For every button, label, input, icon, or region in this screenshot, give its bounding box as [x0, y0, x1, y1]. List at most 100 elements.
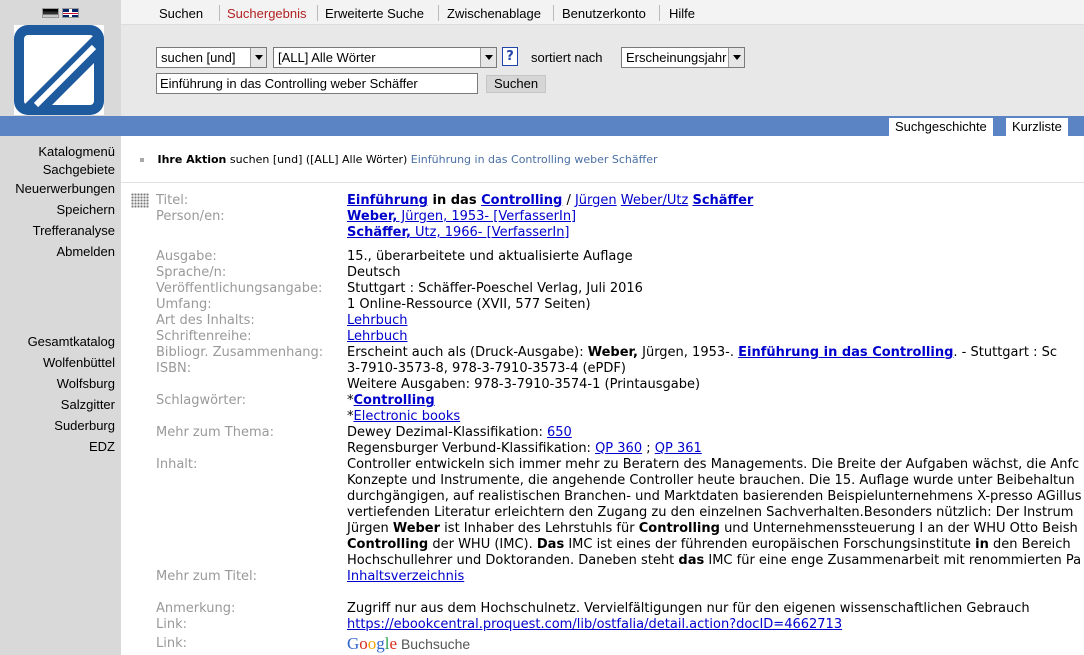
language-switcher	[42, 8, 79, 18]
row-anmerkung: Anmerkung: Zugriff nur aus dem Hochschul…	[156, 601, 1084, 617]
nav-suderburg[interactable]: Suderburg	[0, 415, 121, 436]
sort-select[interactable]: Erscheinungsjahr	[621, 47, 745, 68]
row-person-2: Schäffer, Utz, 1966- [VerfasserIn]	[156, 225, 1084, 241]
sort-label: sortiert nach	[531, 50, 603, 65]
google-letter: g	[376, 634, 385, 653]
inhalt-line: Jürgen Weber ist Inhaber des Lehrstuhls …	[347, 521, 1078, 537]
person-name: Weber,	[347, 209, 398, 224]
tab-kurzliste[interactable]: Kurzliste	[1006, 118, 1068, 136]
subject-link-controlling[interactable]: Controlling	[354, 393, 435, 408]
row-link-2: Link: Google Buchsuche	[156, 633, 1084, 655]
inhalt-line: vertiefenden Literatur erleichtern den Z…	[347, 505, 1074, 520]
inhalt-text: und Unternehmenssteuerung I an der WHU O…	[719, 521, 1078, 536]
inhalt-line: durchgängigen, auf realistischen Branche…	[347, 489, 1082, 504]
rvk-link[interactable]: QP 360	[595, 441, 642, 456]
inhalt-text: den Bereich	[988, 537, 1071, 552]
biblio-title-link[interactable]: Einführung in das Controlling	[738, 345, 953, 360]
tab-separator	[659, 5, 660, 21]
row-reihe: Schriftenreihe: Lehrbuch	[156, 329, 1084, 345]
person-detail: Utz, 1966- [VerfasserIn]	[410, 225, 570, 240]
record-detail: Titel: Einführung in das Controlling / J…	[156, 193, 1084, 655]
label-biblio: Bibliogr. Zusammenhang:	[156, 345, 324, 360]
label-mehrtitel: Mehr zum Titel:	[156, 569, 258, 584]
library-logo[interactable]	[14, 25, 104, 115]
results-toolbar: Suchgeschichte Kurzliste	[0, 116, 1084, 136]
title-link[interactable]: Controlling	[481, 193, 562, 208]
toc-link[interactable]: Inhaltsverzeichnis	[347, 569, 464, 585]
search-input[interactable]: Einführung in das Controlling weber Schä…	[156, 73, 478, 94]
bullet-icon	[140, 158, 144, 162]
search-button[interactable]: Suchen	[486, 75, 546, 93]
biblio-text: Jürgen, 1953-.	[637, 345, 739, 360]
tab-suchergebnis[interactable]: Suchergebnis	[227, 6, 307, 21]
person-link-weber[interactable]: Weber, Jürgen, 1953- [VerfasserIn]	[347, 209, 576, 225]
author-link[interactable]: Weber/Utz	[621, 193, 689, 208]
nav-gesamtkatalog[interactable]: Gesamtkatalog	[0, 331, 121, 352]
help-icon[interactable]: ?	[502, 47, 518, 66]
tab-benutzerkonto[interactable]: Benutzerkonto	[562, 6, 646, 21]
title-link[interactable]: Einführung	[347, 193, 428, 208]
row-inhalt-2: Konzepte und Instrumente, die angehende …	[156, 473, 1084, 489]
reihe-link[interactable]: Lehrbuch	[347, 329, 407, 345]
nav-sachgebiete[interactable]: Sachgebiete	[0, 162, 121, 178]
art-link[interactable]: Lehrbuch	[347, 313, 407, 329]
author-link[interactable]: Jürgen	[575, 193, 617, 208]
person-link-schaeffer[interactable]: Schäffer, Utz, 1966- [VerfasserIn]	[347, 225, 570, 241]
nav-speichern[interactable]: Speichern	[0, 199, 121, 220]
inhalt-text: IMC ist eines der führenden europäischen…	[564, 537, 976, 552]
google-letter: G	[347, 634, 360, 653]
value-veroeff: Stuttgart : Schäffer-Poeschel Verlag, Ju…	[347, 281, 643, 296]
left-sidebar: Katalogmenü Sachgebiete Neuerwerbungen S…	[0, 0, 121, 655]
german-flag-icon[interactable]	[42, 8, 59, 18]
tab-suchgeschichte[interactable]: Suchgeschichte	[889, 118, 993, 136]
biblio-text: Erscheint auch als (Druck-Ausgabe):	[347, 345, 588, 360]
row-inhalt: Inhalt: Controller entwickeln sich immer…	[156, 457, 1084, 473]
google-book-search-link[interactable]: Google Buchsuche	[347, 633, 470, 655]
row-art: Art des Inhalts: Lehrbuch	[156, 313, 1084, 329]
row-mehrtitel: Mehr zum Titel: Inhaltsverzeichnis	[156, 569, 1084, 585]
google-suffix: Buchsuche	[397, 636, 471, 652]
action-label: Ihre Aktion	[157, 153, 227, 166]
google-logo: Google	[347, 634, 397, 653]
value-umfang: 1 Online-Ressource (XVII, 577 Seiten)	[347, 297, 591, 312]
chevron-down-icon	[728, 48, 744, 67]
nav-edz[interactable]: EDZ	[0, 436, 121, 457]
label-ausgabe: Ausgabe:	[156, 249, 217, 264]
nav-salzgitter[interactable]: Salzgitter	[0, 394, 121, 415]
label-link: Link:	[156, 617, 188, 632]
action-summary: Ihre Aktion suchen [und] ([ALL] Alle Wör…	[140, 153, 657, 166]
tab-suchen[interactable]: Suchen	[159, 6, 203, 21]
inhalt-line: Konzepte und Instrumente, die angehende …	[347, 473, 1075, 488]
label-titel: Titel:	[156, 193, 189, 208]
english-flag-icon[interactable]	[62, 8, 79, 18]
subject-link-ebooks[interactable]: Electronic books	[354, 409, 461, 424]
google-letter: o	[367, 634, 377, 653]
nav-katalogmenue[interactable]: Katalogmenü	[0, 141, 121, 162]
nav-wolfsburg[interactable]: Wolfsburg	[0, 373, 121, 394]
inhalt-text: der WHU (IMC).	[428, 537, 537, 552]
operator-select[interactable]: suchen [und]	[156, 47, 267, 68]
value-thema: Dewey Dezimal-Klassifikation: 650	[347, 425, 572, 441]
row-biblio: Bibliogr. Zusammenhang: Erscheint auch a…	[156, 345, 1084, 361]
row-veroeff: Veröffentlichungsangabe: Stuttgart : Sch…	[156, 281, 1084, 297]
nav-trefferanalyse[interactable]: Trefferanalyse	[0, 220, 121, 241]
nav-neuerwerbungen[interactable]: Neuerwerbungen	[0, 178, 121, 199]
tab-erweiterte-suche[interactable]: Erweiterte Suche	[325, 6, 424, 21]
label-anmerkung: Anmerkung:	[156, 601, 236, 616]
tab-hilfe[interactable]: Hilfe	[669, 6, 695, 21]
nav-abmelden[interactable]: Abmelden	[0, 241, 121, 262]
action-query-link[interactable]: Einführung in das Controlling weber Schä…	[411, 153, 658, 166]
rvk-link[interactable]: QP 361	[655, 441, 702, 456]
inhalt-highlight: Weber	[392, 521, 441, 536]
ebook-link[interactable]: https://ebookcentral.proquest.com/lib/os…	[347, 617, 842, 633]
inhalt-text: Jürgen	[347, 521, 393, 536]
search-bar: suchen [und] [ALL] Alle Wörter ? sortier…	[121, 25, 1084, 116]
field-select[interactable]: [ALL] Alle Wörter	[273, 47, 497, 68]
tab-separator	[438, 5, 439, 21]
tab-zwischenablage[interactable]: Zwischenablage	[447, 6, 541, 21]
ddc-link[interactable]: 650	[547, 425, 572, 440]
author-link[interactable]: Schäffer	[692, 193, 753, 208]
label-veroeff: Veröffentlichungsangabe:	[156, 281, 323, 296]
label-thema: Mehr zum Thema:	[156, 425, 274, 440]
nav-wolfenbuettel[interactable]: Wolfenbüttel	[0, 352, 121, 373]
